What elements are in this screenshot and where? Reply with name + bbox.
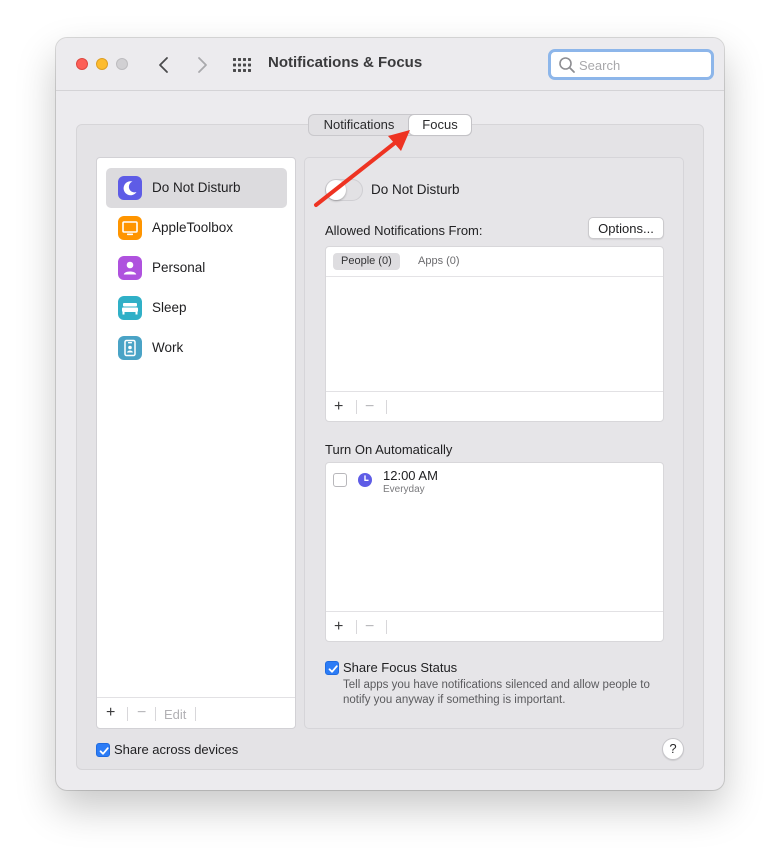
toggle-knob — [326, 180, 346, 200]
focus-item-label: AppleToolbox — [152, 220, 234, 235]
focus-item-label: Work — [152, 340, 184, 355]
add-allowed-button[interactable]: + — [334, 398, 343, 416]
share-focus-status-description: Tell apps you have notifications silence… — [343, 679, 650, 706]
allowed-panel-toolbar: + − — [326, 391, 663, 421]
checkmark-icon — [328, 665, 338, 673]
focus-item-label: Sleep — [152, 300, 187, 315]
checkmark-icon — [99, 747, 109, 755]
remove-focus-button[interactable]: − — [137, 704, 146, 722]
dnd-toggle-switch[interactable] — [325, 179, 363, 201]
bed-icon — [118, 296, 142, 320]
focus-detail-panel: Do Not Disturb Allowed Notifications Fro… — [304, 157, 684, 729]
close-window-button[interactable] — [76, 58, 88, 70]
moon-icon — [118, 176, 142, 200]
back-button[interactable] — [152, 53, 176, 77]
turn-on-automatically-label: Turn On Automatically — [325, 442, 453, 457]
chevron-left-icon — [159, 57, 168, 73]
forward-button[interactable] — [190, 53, 214, 77]
dnd-toggle-label: Do Not Disturb — [371, 182, 460, 197]
window-title: Notifications & Focus — [268, 54, 423, 71]
share-focus-status-checkbox[interactable] — [325, 661, 339, 675]
toolbar-divider — [356, 400, 357, 414]
share-focus-status-label: Share Focus Status — [343, 660, 458, 675]
tab-people[interactable]: People (0) — [333, 253, 400, 270]
pane-tabs: Notifications Focus — [308, 114, 472, 136]
remove-allowed-button[interactable]: − — [365, 398, 374, 416]
remove-schedule-button[interactable]: − — [365, 618, 374, 636]
allowed-notifications-panel: People (0) Apps (0) + − — [325, 246, 664, 422]
options-button[interactable]: Options... — [588, 217, 664, 239]
grid-icon — [233, 58, 251, 72]
person-icon — [118, 256, 142, 280]
help-button[interactable]: ? — [662, 738, 684, 760]
focus-item-work[interactable]: Work — [106, 328, 287, 368]
schedule-row[interactable]: 12:00 AM Everyday — [326, 463, 663, 503]
minimize-window-button[interactable] — [96, 58, 108, 70]
edit-focus-button[interactable]: Edit — [164, 707, 186, 722]
clock-icon — [358, 473, 372, 487]
search-field[interactable] — [548, 49, 714, 80]
toolbar-divider — [386, 620, 387, 634]
search-icon — [559, 57, 575, 73]
schedule-repeat: Everyday — [383, 484, 425, 495]
search-input[interactable] — [579, 55, 705, 75]
tab-apps[interactable]: Apps (0) — [418, 253, 460, 270]
schedule-time: 12:00 AM — [383, 468, 438, 483]
badge-icon — [118, 336, 142, 360]
focus-item-appletoolbox[interactable]: AppleToolbox — [106, 208, 287, 248]
window-toolbar: Notifications & Focus — [56, 38, 724, 91]
chevron-right-icon — [198, 57, 207, 73]
toolbar-divider — [195, 707, 196, 721]
focus-item-sleep[interactable]: Sleep — [106, 288, 287, 328]
focus-modes-list: Do Not Disturb AppleToolbox Personal Sle… — [96, 157, 296, 729]
focus-item-personal[interactable]: Personal — [106, 248, 287, 288]
focus-list-toolbar: + − Edit — [97, 697, 295, 728]
share-across-devices-label: Share across devices — [114, 742, 239, 757]
toolbar-divider — [155, 707, 156, 721]
allowed-notifications-label: Allowed Notifications From: — [325, 223, 483, 238]
tab-notifications[interactable]: Notifications — [309, 115, 409, 135]
allowed-tabbar: People (0) Apps (0) — [326, 247, 663, 277]
schedule-panel-toolbar: + − — [326, 611, 663, 641]
schedule-checkbox[interactable] — [333, 473, 347, 487]
monitor-icon — [118, 216, 142, 240]
add-schedule-button[interactable]: + — [334, 618, 343, 636]
toolbar-divider — [386, 400, 387, 414]
share-across-devices-checkbox[interactable] — [96, 743, 110, 757]
schedule-panel: 12:00 AM Everyday + − — [325, 462, 664, 642]
toolbar-divider — [127, 707, 128, 721]
add-focus-button[interactable]: + — [106, 704, 115, 722]
toolbar-divider — [356, 620, 357, 634]
preferences-window: Notifications & Focus Notifications Focu… — [56, 38, 724, 790]
show-all-button[interactable] — [230, 55, 252, 75]
focus-item-label: Do Not Disturb — [152, 180, 241, 195]
focus-item-label: Personal — [152, 260, 206, 275]
zoom-window-button[interactable] — [116, 58, 128, 70]
tab-focus[interactable]: Focus — [409, 115, 471, 135]
focus-item-do-not-disturb[interactable]: Do Not Disturb — [106, 168, 287, 208]
